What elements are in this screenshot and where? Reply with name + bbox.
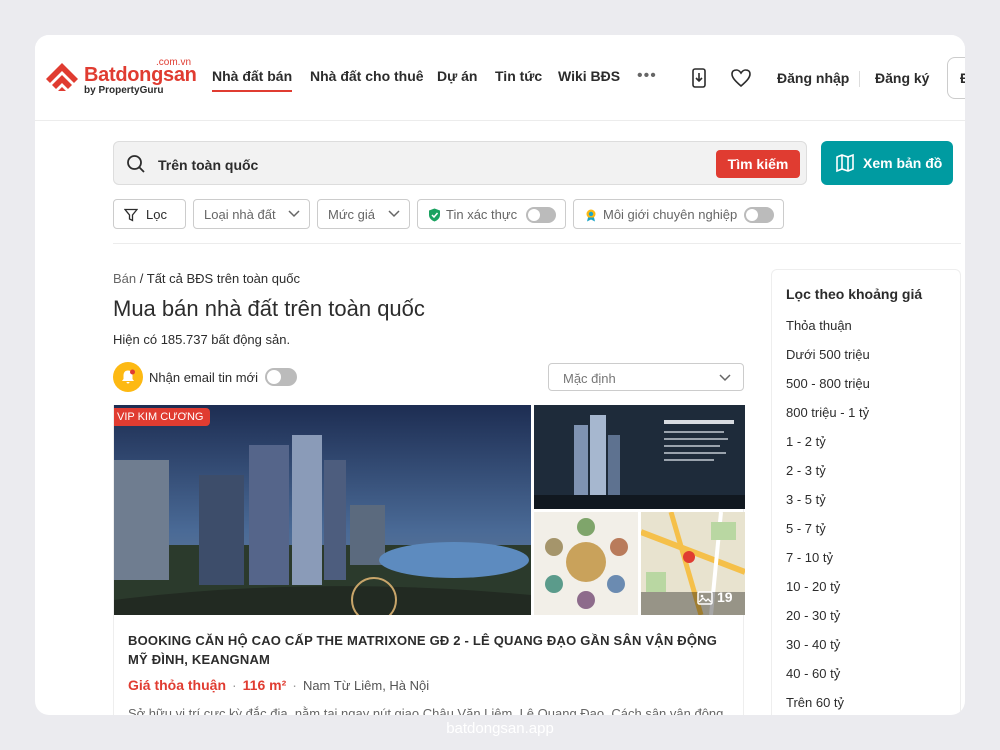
nav-item-nha-dat-ban[interactable]: Nhà đất bán [212,68,293,92]
filter-divider [113,243,961,244]
verified-toggle[interactable] [526,207,556,223]
price-range-item[interactable]: 10 - 20 tỷ [786,579,870,608]
post-listing-button[interactable]: Đ [947,57,965,99]
listing-card[interactable]: VIP KIM CƯƠNG 19 BOOKING CĂN HỘ CAO CẤP … [113,405,745,715]
breadcrumb: Bán / Tất cả BĐS trên toàn quốc [113,271,300,286]
property-type-dropdown[interactable]: Loại nhà đất [193,199,310,229]
more-menu-icon[interactable]: ••• [637,67,657,85]
logo-icon [46,63,78,91]
chevron-down-icon [388,210,400,218]
map-view-label: Xem bản đồ [863,155,943,171]
photo-icon [697,591,713,606]
map-view-button[interactable]: Xem bản đồ [821,141,953,185]
bell-icon [122,369,135,384]
property-type-label: Loại nhà đất [204,207,276,222]
filter-label: Lọc [146,207,167,222]
register-link[interactable]: Đăng ký [875,70,929,86]
listing-area: 116 m² [242,677,287,693]
heart-icon[interactable] [730,67,752,89]
listing-description: Sở hữu vị trí cực kỳ đắc địa, nằm tại ng… [128,706,724,715]
price-filter-sidebar: Lọc theo khoảng giá Thỏa thuận Dưới 500 … [771,269,961,715]
price-range-item[interactable]: Thỏa thuận [786,318,870,347]
verified-shield-icon [429,208,440,222]
filter-button[interactable]: Lọc [113,199,186,229]
page-title: Mua bán nhà đất trên toàn quốc [113,296,425,321]
search-button[interactable]: Tìm kiếm [716,150,800,178]
nav-item-wiki-bds[interactable]: Wiki BĐS [558,68,620,84]
pro-agent-label: Môi giới chuyên nghiệp [603,207,738,222]
sort-dropdown[interactable]: Mặc định [548,363,744,391]
footer-domain: batdongsan.app [446,720,554,737]
listing-main-photo[interactable]: VIP KIM CƯƠNG [114,405,531,615]
email-alert-bell [113,362,143,392]
meta-separator: · [232,677,237,693]
verified-label: Tin xác thực [446,207,518,222]
sort-value: Mặc định [563,371,616,386]
nav-item-tin-tuc[interactable]: Tin tức [495,68,542,84]
breadcrumb-item-current: Tất cả BĐS trên toàn quốc [146,271,300,286]
header-divider [859,71,860,87]
filter-icon [124,208,138,222]
price-range-item[interactable]: 1 - 2 tỷ [786,434,870,463]
logo-subtitle: by PropertyGuru [84,85,164,96]
price-range-item[interactable]: 20 - 30 tỷ [786,608,870,637]
price-range-item[interactable]: 2 - 3 tỷ [786,463,870,492]
map-icon [836,153,854,173]
listing-title[interactable]: BOOKING CĂN HỘ CAO CẤP THE MATRIXONE GĐ … [128,631,728,669]
price-range-item[interactable]: 7 - 10 tỷ [786,550,870,579]
price-range-item[interactable]: 30 - 40 tỷ [786,637,870,666]
search-icon [127,155,145,173]
listing-meta: Giá thỏa thuận · 116 m² · Nam Từ Liêm, Hà Nộ… [128,677,429,693]
price-range-item[interactable]: 3 - 5 tỷ [786,492,870,521]
top-header: .com.vn Batdongsan by PropertyGuru Nhà đ… [35,35,965,121]
breadcrumb-separator: / [136,271,147,286]
pro-agent-filter[interactable]: Môi giới chuyên nghiệp [573,199,784,229]
pro-agent-badge-icon [586,209,596,222]
nav-item-nha-dat-cho-thue[interactable]: Nhà đất cho thuê [310,68,424,84]
search-input[interactable]: Trên toàn quốc [158,157,258,173]
email-alert-label: Nhận email tin mới [149,370,258,385]
login-link[interactable]: Đăng nhập [777,70,849,86]
price-range-item[interactable]: 5 - 7 tỷ [786,521,870,550]
download-app-icon[interactable] [688,67,710,89]
logo-name: Batdongsan [84,64,197,86]
listing-price: Giá thỏa thuận [128,677,226,693]
listing-count: Hiện có 185.737 bất động sản. [113,332,291,347]
site-logo[interactable]: .com.vn Batdongsan by PropertyGuru [44,57,197,99]
breadcrumb-item-ban[interactable]: Bán [113,271,136,286]
chevron-down-icon [288,210,300,218]
vip-badge: VIP KIM CƯƠNG [114,408,211,426]
listing-photo-3[interactable] [534,512,638,615]
page-frame: .com.vn Batdongsan by PropertyGuru Nhà đ… [35,35,965,715]
price-dropdown[interactable]: Mức giá [317,199,410,229]
nav-item-du-an[interactable]: Dự án [437,68,477,84]
email-alert-toggle[interactable] [265,368,297,386]
photo-count-value: 19 [717,589,733,605]
price-range-item[interactable]: Dưới 500 triệu [786,347,870,376]
chevron-down-icon [719,374,731,382]
search-bar[interactable]: Trên toàn quốc Tìm kiếm [113,141,807,185]
verified-filter[interactable]: Tin xác thực [417,199,566,229]
photo-count[interactable]: 19 [697,589,733,606]
meta-separator: · [292,677,297,693]
price-range-item[interactable]: 500 - 800 triệu [786,376,870,405]
listing-location: Nam Từ Liêm, Hà Nội [302,678,430,693]
price-range-item[interactable]: Trên 60 tỷ [786,695,870,715]
price-range-list: Thỏa thuận Dưới 500 triệu 500 - 800 triệ… [786,318,870,715]
price-label: Mức giá [328,207,375,222]
sidebar-title: Lọc theo khoảng giá [786,286,923,302]
price-range-item[interactable]: 800 triệu - 1 tỷ [786,405,870,434]
pro-agent-toggle[interactable] [744,207,774,223]
listing-photo-2[interactable] [534,405,745,509]
price-range-item[interactable]: 40 - 60 tỷ [786,666,870,695]
